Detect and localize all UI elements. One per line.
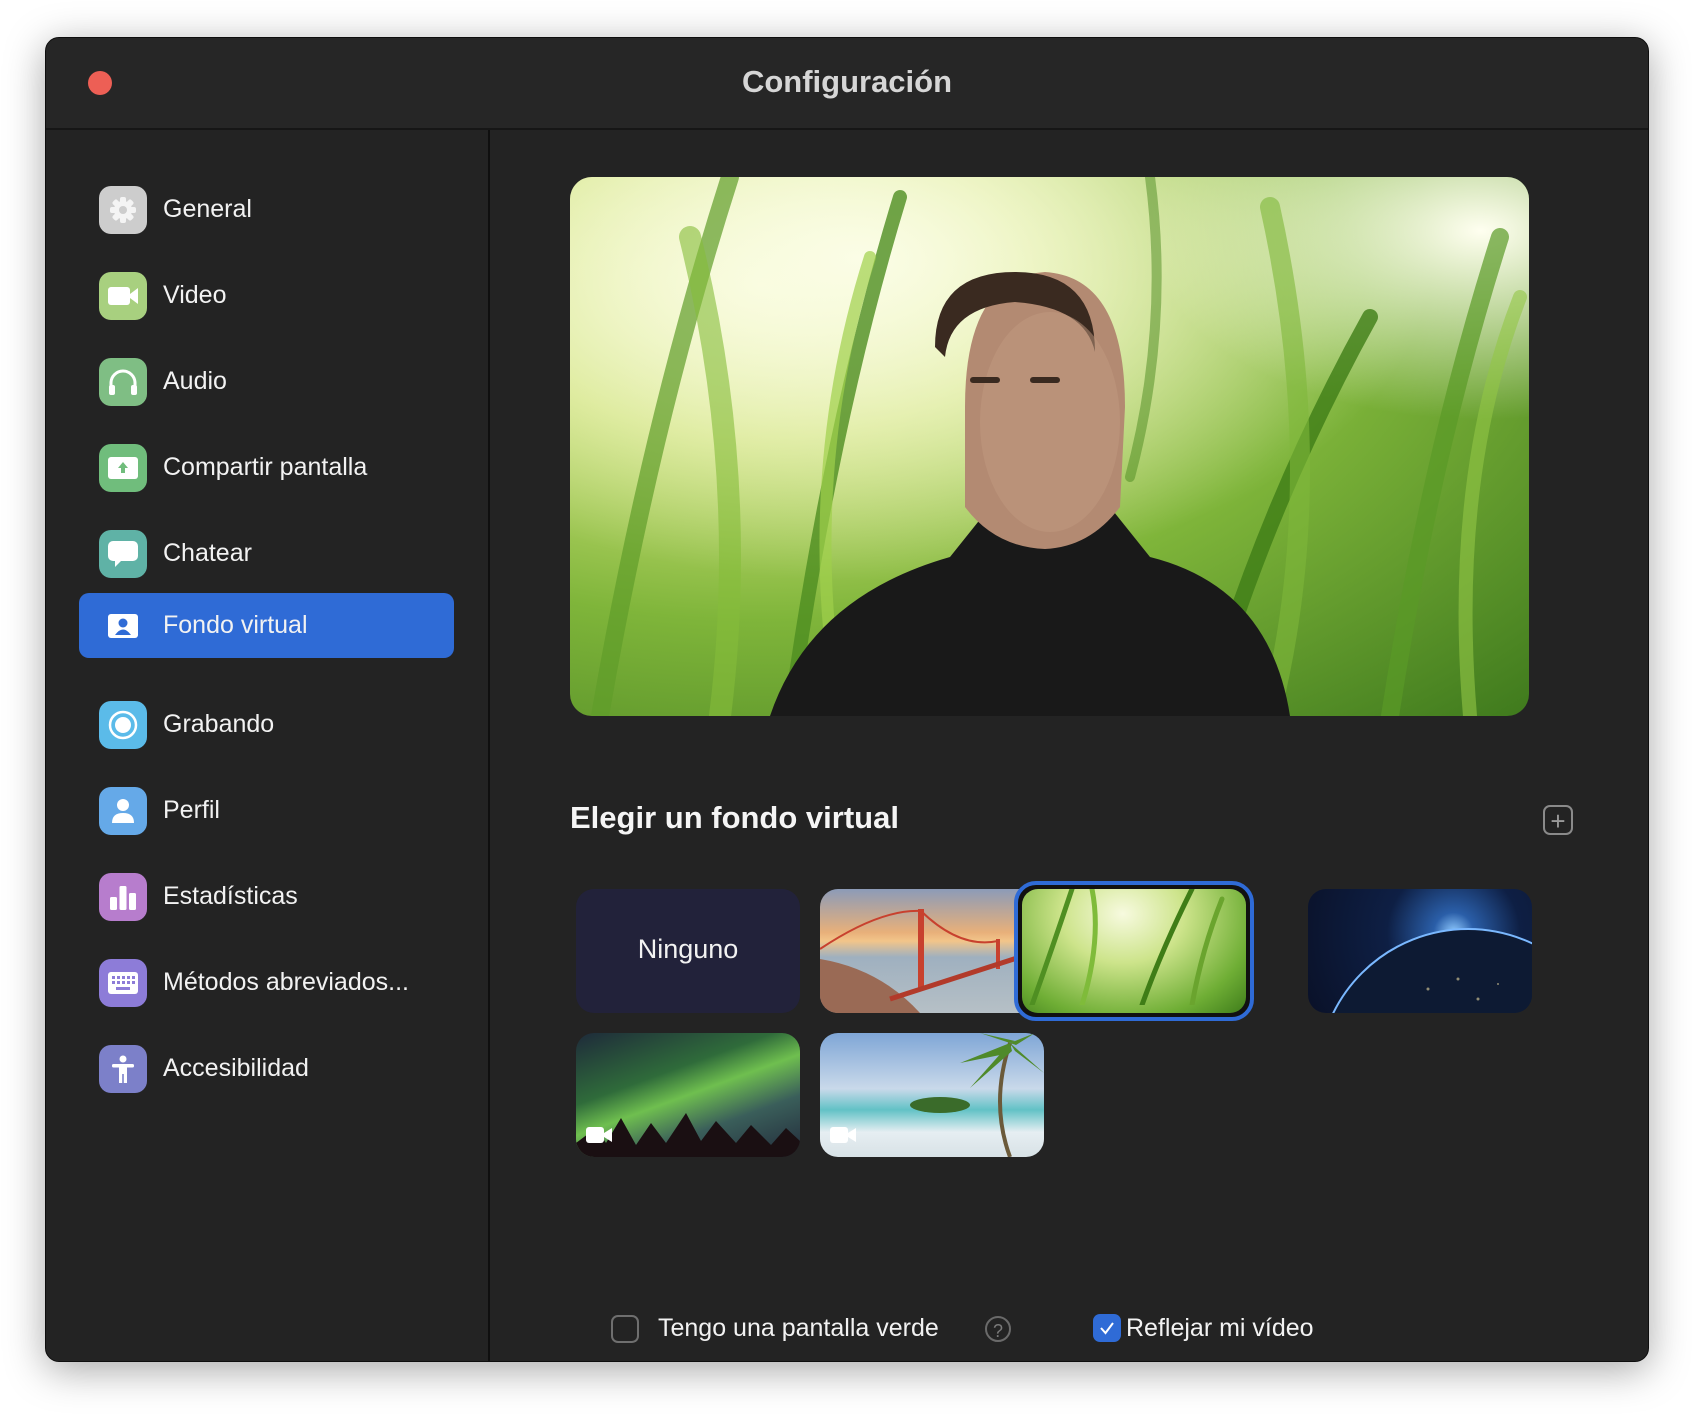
sidebar-item-fondo-virtual[interactable]: Fondo virtual [79, 593, 454, 658]
green-screen-checkbox[interactable] [611, 1315, 639, 1343]
sidebar-item-label: Audio [163, 367, 227, 395]
earth-image [1332, 928, 1532, 1013]
sidebar-item-label: Perfil [163, 796, 220, 824]
sidebar-item-compartir-pantalla[interactable]: Compartir pantalla [79, 435, 454, 500]
sidebar-item-label: General [163, 195, 252, 223]
video-camera-icon [99, 271, 147, 320]
background-option-golden-gate[interactable] [820, 889, 1044, 1013]
sidebar-item-label: Compartir pantalla [163, 453, 368, 481]
sidebar-item-label: Video [163, 281, 227, 309]
video-camera-icon [586, 1127, 614, 1143]
camera-preview [570, 177, 1529, 716]
sidebar-item-chatear[interactable]: Chatear [79, 521, 454, 586]
sidebar: General Video Audio Compartir pantalla C… [46, 130, 490, 1361]
virtual-background-icon [99, 602, 147, 650]
sidebar-item-perfil[interactable]: Perfil [79, 778, 454, 843]
profile-icon [99, 786, 147, 835]
checkmark-icon [1100, 1322, 1114, 1335]
sidebar-item-audio[interactable]: Audio [79, 349, 454, 414]
sidebar-item-metodos-abreviados[interactable]: Métodos abreviados... [79, 950, 454, 1015]
sidebar-item-label: Chatear [163, 539, 252, 567]
green-screen-label[interactable]: Tengo una pantalla verde [658, 1314, 939, 1343]
sidebar-item-label: Fondo virtual [163, 611, 308, 639]
gear-icon [99, 185, 147, 234]
accessibility-icon [99, 1044, 147, 1093]
add-background-button[interactable]: + [1543, 805, 1573, 835]
background-option-label: Ninguno [637, 934, 739, 964]
sidebar-item-general[interactable]: General [79, 177, 454, 242]
sidebar-item-accesibilidad[interactable]: Accesibilidad [79, 1036, 454, 1101]
background-option-none[interactable]: Ninguno [576, 889, 800, 1013]
sidebar-item-video[interactable]: Video [79, 263, 454, 328]
sidebar-item-grabando[interactable]: Grabando [79, 692, 454, 757]
camera-preview-image [570, 177, 1529, 716]
share-screen-icon [99, 443, 147, 492]
headphones-icon [99, 357, 147, 406]
virtual-background-panel: Elegir un fondo virtual + Ninguno Tengo … [490, 130, 1648, 1361]
record-icon [99, 700, 147, 749]
video-camera-icon [830, 1127, 858, 1143]
plus-icon: + [1550, 806, 1566, 836]
golden-gate-image [820, 909, 1021, 1013]
sidebar-item-label: Estadísticas [163, 882, 298, 910]
bar-chart-icon [99, 872, 147, 921]
mirror-video-checkbox[interactable] [1093, 1314, 1121, 1342]
background-option-earth[interactable] [1308, 889, 1532, 1013]
title-bar: Configuración [46, 38, 1648, 130]
question-icon[interactable]: ? [985, 1316, 1011, 1342]
background-option-beach-video[interactable] [820, 1033, 1044, 1157]
sidebar-item-label: Grabando [163, 710, 275, 738]
background-option-aurora-video[interactable] [576, 1033, 800, 1157]
sidebar-item-estadisticas[interactable]: Estadísticas [79, 864, 454, 929]
options-row: Tengo una pantalla verde ? Reflejar mi v… [490, 1313, 1648, 1353]
section-title: Elegir un fondo virtual [570, 800, 899, 835]
background-option-grass[interactable] [1014, 881, 1254, 1021]
chat-bubble-icon [99, 529, 147, 578]
window-title: Configuración [741, 64, 953, 99]
mirror-video-label[interactable]: Reflejar mi vídeo [1126, 1314, 1314, 1343]
grass-image [1022, 889, 1246, 1013]
keyboard-icon [99, 958, 147, 1007]
sidebar-item-label: Métodos abreviados... [163, 968, 409, 996]
sidebar-item-label: Accesibilidad [163, 1054, 309, 1082]
settings-window: Configuración General Video Audio Compar… [45, 37, 1649, 1362]
